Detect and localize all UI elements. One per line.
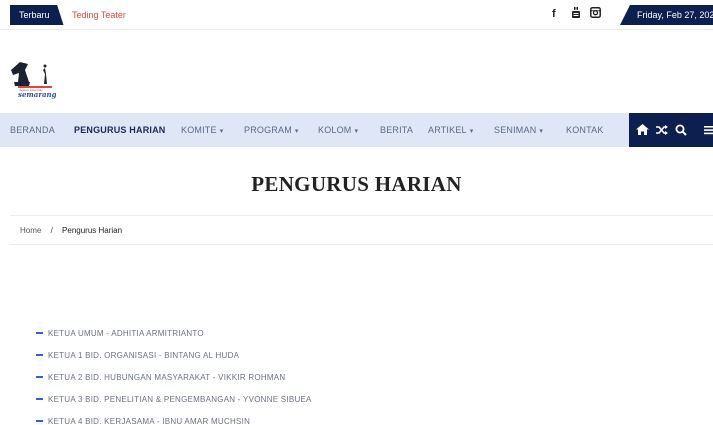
shuffle-icon[interactable]	[656, 113, 668, 147]
breadcrumb-separator: /	[50, 226, 53, 235]
nav-item-kontak[interactable]: KONTAK	[566, 113, 604, 147]
committee-link[interactable]: KETUA 1 BID. ORGANISASI - BINTANG AL HUD…	[48, 351, 239, 360]
site-logo[interactable]: dewan kesenian semarang	[10, 60, 57, 100]
page-title: PENGURUS HARIAN	[251, 172, 462, 196]
instagram-icon[interactable]	[590, 7, 601, 22]
nav-item-berita[interactable]: BERITA	[380, 113, 413, 147]
dash-bullet-icon	[36, 376, 43, 378]
chevron-down-icon: ▾	[294, 128, 299, 135]
chevron-down-icon: ▾	[469, 128, 474, 135]
list-item: KETUA UMUM - ADHITIA ARMITRIANTO	[36, 322, 312, 344]
nav-item-komite[interactable]: KOMITE ▾	[181, 113, 223, 147]
nav-item-pengurus-harian[interactable]: PENGURUS HARIAN	[74, 113, 166, 147]
nav-item-kolom[interactable]: KOLOM ▾	[318, 113, 358, 147]
committee-link[interactable]: KETUA 4 BID. KERJASAMA - IBNU AMAR MUCHS…	[48, 417, 250, 425]
nav-item-program[interactable]: PROGRAM ▾	[244, 113, 299, 147]
main-navigation: BERANDA PENGURUS HARIAN KOMITE ▾ PROGRAM ▾…	[0, 113, 713, 147]
nav-item-beranda[interactable]: BERANDA	[10, 113, 55, 147]
top-bar: Terbaru Teding Teater f Friday, Feb 27, …	[0, 0, 713, 30]
current-date: Friday, Feb 27, 2026	[620, 5, 713, 25]
svg-text:semarang: semarang	[18, 90, 56, 99]
nav-icon-group	[629, 113, 713, 147]
list-item: KETUA 2 BID. HUBUNGAN MASYARAKAT - VIKKI…	[36, 366, 312, 388]
nav-item-artikel[interactable]: ARTIKEL ▾	[428, 113, 473, 147]
list-item: KETUA 1 BID. ORGANISASI - BINTANG AL HUD…	[36, 344, 312, 366]
breadcrumb: Home / Pengurus Harian	[10, 215, 713, 245]
committee-link[interactable]: KETUA UMUM - ADHITIA ARMITRIANTO	[48, 329, 204, 338]
dash-bullet-icon	[36, 398, 43, 400]
breadcrumb-home-link[interactable]: Home	[20, 226, 41, 235]
menu-icon[interactable]	[704, 113, 713, 147]
chevron-down-icon: ▾	[354, 128, 359, 135]
home-icon[interactable]	[636, 113, 649, 147]
chevron-down-icon: ▾	[539, 128, 544, 135]
dash-bullet-icon	[36, 354, 43, 356]
committee-link[interactable]: KETUA 3 BID. PENELITIAN & PENGEMBANGAN -…	[48, 395, 312, 404]
committee-list: KETUA UMUM - ADHITIA ARMITRIANTO KETUA 1…	[36, 322, 312, 425]
list-item: KETUA 4 BID. KERJASAMA - IBNU AMAR MUCHS…	[36, 410, 312, 425]
search-icon[interactable]	[675, 113, 687, 147]
facebook-icon[interactable]: f	[552, 7, 556, 21]
committee-link[interactable]: KETUA 2 BID. HUBUNGAN MASYARAKAT - VIKKI…	[48, 373, 285, 382]
list-item: KETUA 3 BID. PENELITIAN & PENGEMBANGAN -…	[36, 388, 312, 410]
nav-item-seniman[interactable]: SENIMAN ▾	[494, 113, 543, 147]
breaking-news-link[interactable]: Teding Teater	[72, 10, 126, 20]
chevron-down-icon: ▾	[219, 128, 224, 135]
latest-news-badge: Terbaru	[10, 5, 64, 25]
dash-bullet-icon	[36, 420, 43, 422]
dash-bullet-icon	[36, 332, 43, 334]
youtube-icon[interactable]	[571, 7, 581, 23]
breadcrumb-current: Pengurus Harian	[62, 226, 123, 235]
